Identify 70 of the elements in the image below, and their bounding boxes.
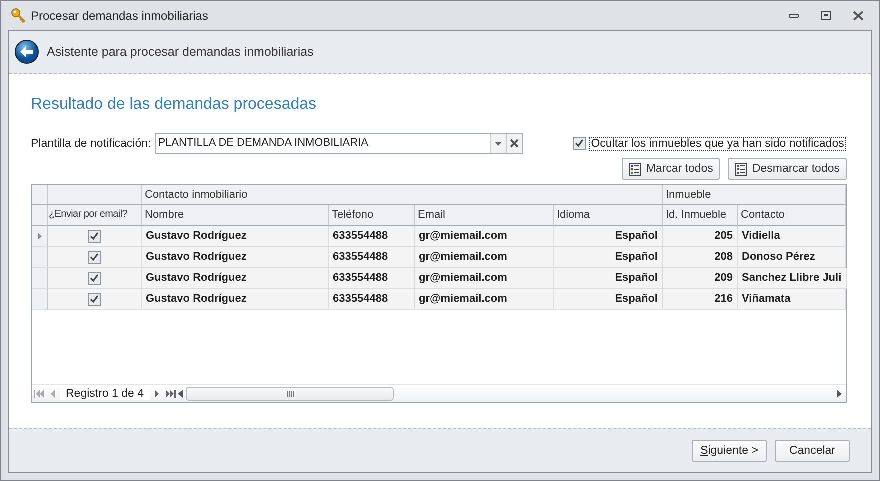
row-indicator[interactable]: [32, 226, 48, 247]
table-cell: Sanchez Llibre Juli: [738, 268, 847, 289]
maximize-icon: [821, 11, 831, 20]
table-cell: 633554488: [329, 247, 415, 268]
column-header[interactable]: Email: [415, 205, 554, 226]
scrollbar-thumb[interactable]: [186, 386, 394, 400]
cancel-button[interactable]: Cancelar: [775, 440, 850, 462]
back-icon[interactable]: [15, 40, 39, 64]
table-cell: 208: [663, 247, 738, 268]
header-cell: [32, 185, 48, 205]
table-cell: Gustavo Rodríguez: [142, 289, 329, 310]
table-cell: 209: [663, 268, 738, 289]
column-header[interactable]: Teléfono: [329, 205, 415, 226]
checkbox[interactable]: [573, 137, 586, 150]
column-header[interactable]: Idioma: [554, 205, 663, 226]
table-cell: Vidiella: [738, 226, 846, 247]
minimize-icon: [789, 14, 799, 18]
list-icon: [629, 162, 642, 176]
checkbox[interactable]: [88, 292, 101, 306]
table-cell: 633554488: [329, 226, 415, 247]
column-header[interactable]: Nombre: [142, 205, 329, 226]
table-cell: Donoso Pérez: [738, 247, 846, 268]
next-icon: [154, 390, 160, 398]
table-cell: 216: [663, 289, 738, 310]
table-cell: Gustavo Rodríguez: [142, 247, 329, 268]
template-label: Plantilla de notificación:: [31, 138, 152, 150]
scroll-left-icon[interactable]: [178, 390, 183, 398]
prev-icon: [50, 390, 56, 398]
list-icon: [735, 162, 748, 176]
column-header[interactable]: ¿Enviar por email?: [48, 205, 142, 226]
close-icon: [852, 10, 864, 20]
header-cell: [32, 205, 48, 226]
table-cell: Español: [554, 289, 663, 310]
first-icon: [34, 390, 44, 398]
table-cell: 633554488: [329, 268, 415, 289]
last-icon: [166, 390, 176, 398]
table-cell: Gustavo Rodríguez: [142, 226, 329, 247]
next-button[interactable]: Siguiente >: [692, 440, 767, 462]
dropdown-button[interactable]: [490, 134, 506, 153]
checkbox[interactable]: [88, 250, 101, 264]
mark-all-button[interactable]: Marcar todos: [622, 158, 720, 180]
clear-icon: [510, 139, 520, 148]
section-title: Resultado de las demandas procesadas: [31, 96, 318, 114]
column-header[interactable]: Contacto: [738, 205, 846, 226]
header-title: Asistente para procesar demandas inmobiliarias: [47, 45, 314, 59]
band-header: Contacto inmobiliario: [142, 185, 663, 205]
table-cell: 205: [663, 226, 738, 247]
scroll-right-icon[interactable]: [837, 390, 842, 398]
checkbox-label: Ocultar los inmuebles que ya han sido notificados: [589, 136, 846, 150]
key-icon: [11, 8, 27, 24]
checkbox[interactable]: [88, 230, 101, 242]
column-header[interactable]: Id. Inmueble: [663, 205, 738, 226]
template-combo[interactable]: PLANTILLA DE DEMANDA INMOBILIARIA: [155, 133, 524, 154]
clear-button[interactable]: [506, 134, 522, 153]
table-cell: Español: [554, 268, 663, 289]
table-cell: Gustavo Rodríguez: [142, 268, 329, 289]
table-cell: Español: [554, 226, 663, 247]
table-cell: 633554488: [329, 289, 415, 310]
caret-icon: [495, 142, 502, 146]
table-cell: gr@miemail.com: [415, 289, 554, 310]
window-title: Procesar demandas inmobiliarias: [31, 8, 210, 22]
table-cell: Español: [554, 247, 663, 268]
checkbox[interactable]: [88, 272, 101, 284]
unmark-all-button[interactable]: Desmarcar todos: [728, 158, 847, 180]
table-cell: gr@miemail.com: [415, 247, 554, 268]
record-counter: Registro 1 de 4: [60, 388, 150, 400]
table-cell: gr@miemail.com: [415, 268, 554, 289]
band-header: Inmueble: [663, 185, 846, 205]
table-cell: Viñamata: [738, 289, 846, 310]
table-cell: gr@miemail.com: [415, 226, 554, 247]
